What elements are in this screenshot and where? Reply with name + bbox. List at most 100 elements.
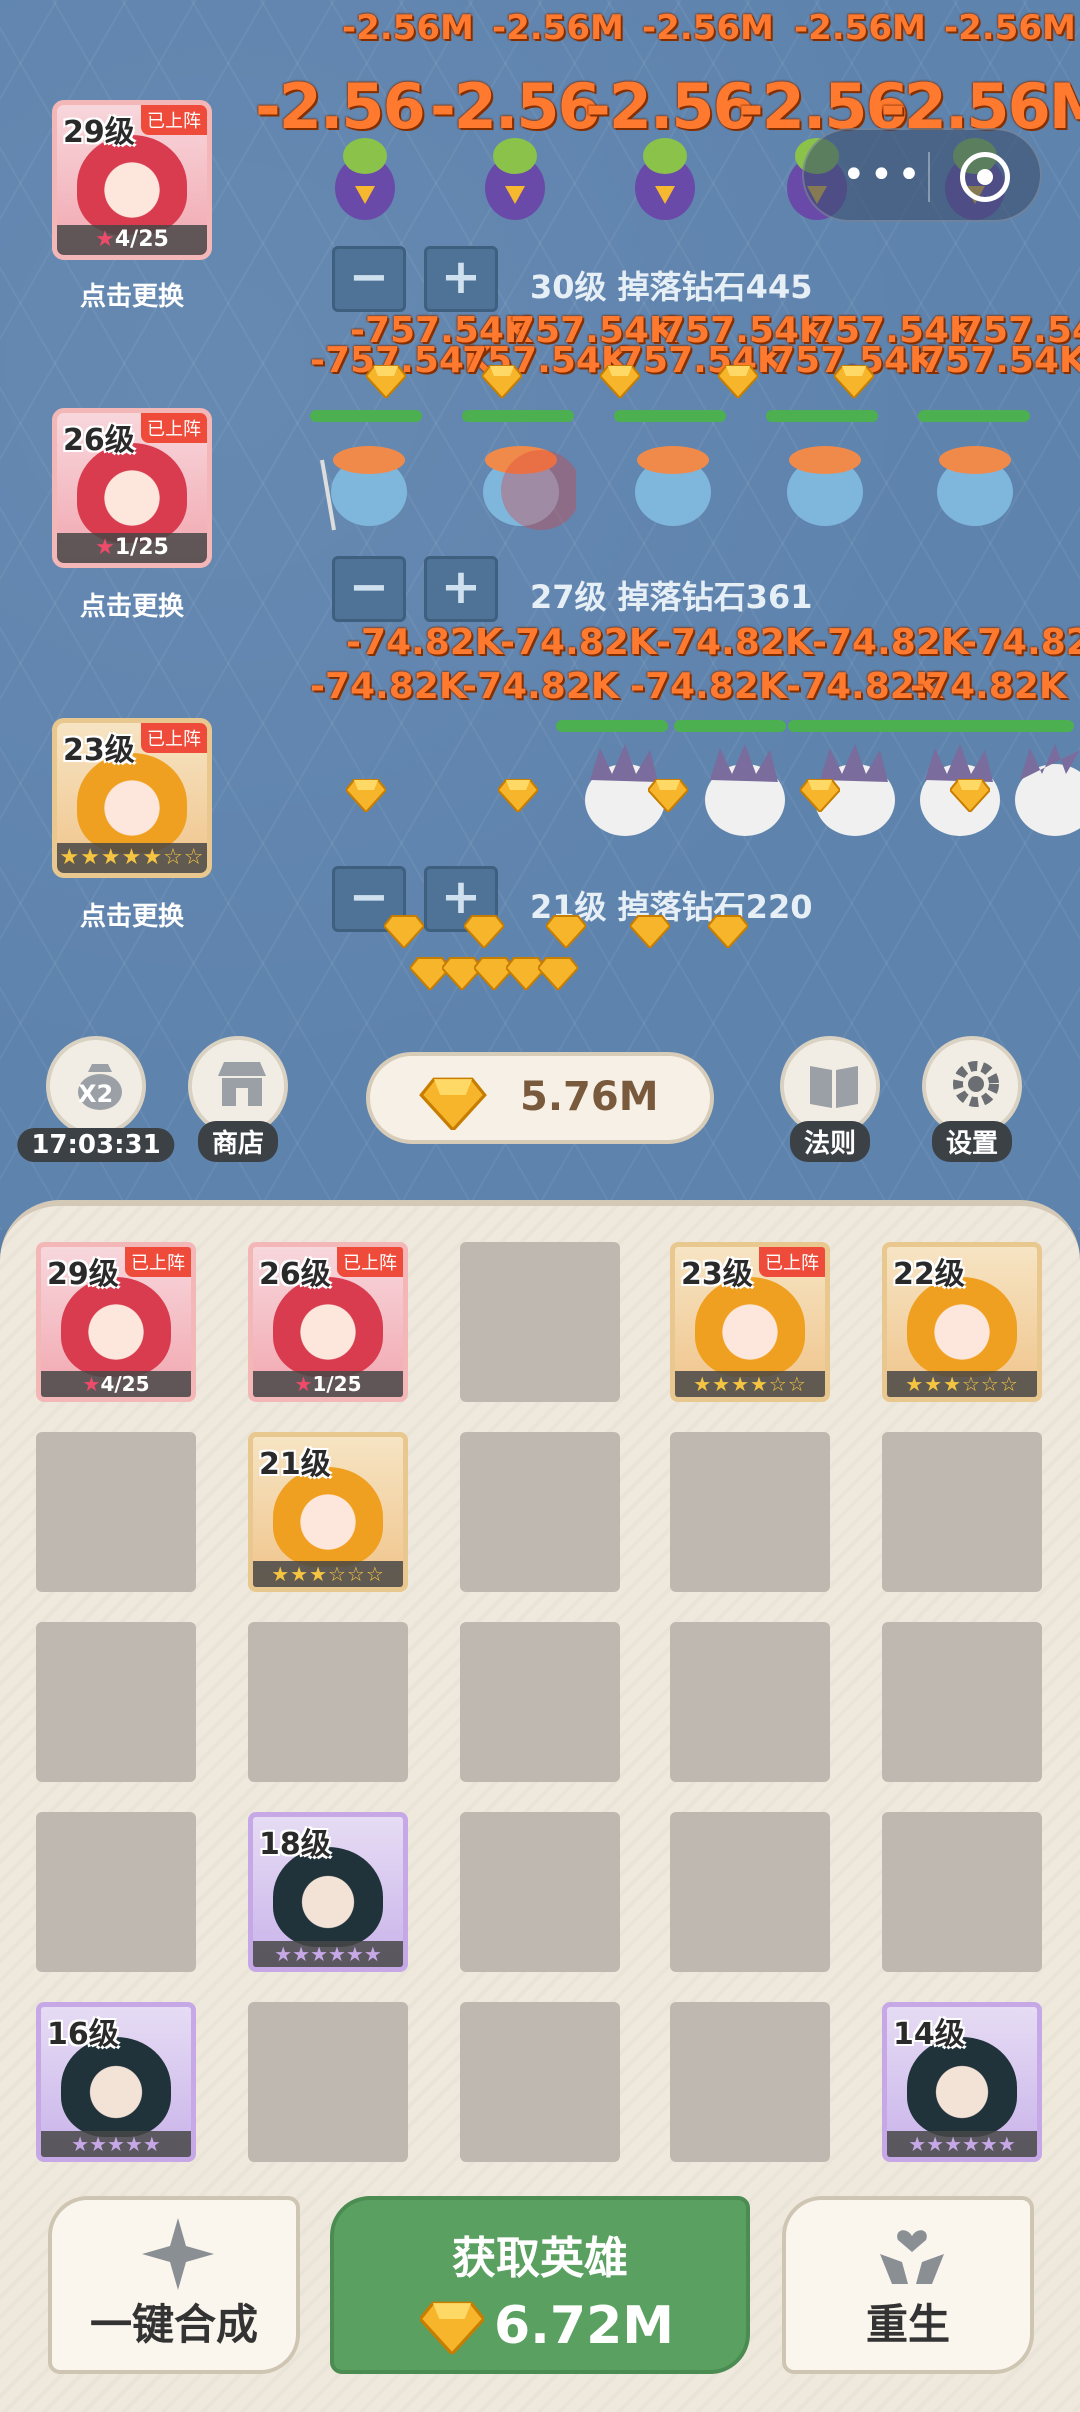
- hedgehog-monster: [1015, 744, 1080, 836]
- lane-hero-card[interactable]: 29级 已上阵 ★4/25: [52, 100, 212, 260]
- damage-number: -74.82K: [500, 622, 657, 663]
- change-hero-link[interactable]: 点击更换: [52, 586, 212, 623]
- empty-slot[interactable]: [670, 1622, 830, 1782]
- level-minus-button[interactable]: −: [332, 556, 406, 622]
- gem-icon: [420, 2301, 484, 2354]
- deployed-badge: 已上阵: [337, 1247, 403, 1277]
- hero-level: 16级: [47, 2017, 119, 2052]
- lane-hero-card[interactable]: 23级 已上阵 ★★★★★☆☆: [52, 718, 212, 878]
- gem-icon: [419, 1077, 487, 1130]
- change-hero-link[interactable]: 点击更换: [52, 276, 212, 313]
- deployed-badge: 已上阵: [759, 1247, 825, 1277]
- empty-slot[interactable]: [460, 1812, 620, 1972]
- eggplant-monster: [635, 138, 695, 220]
- gem-drop-icon: [628, 914, 672, 950]
- hero-stars: ★★★★★☆☆: [57, 843, 207, 873]
- grid-hero-card[interactable]: 22级 ★★★☆☆☆: [882, 1242, 1042, 1402]
- monster-hp-bar: [788, 720, 900, 732]
- hero-level: 23级: [63, 733, 135, 768]
- shrimp-monster: [635, 446, 711, 526]
- damage-number: 757.54K: [618, 340, 785, 381]
- empty-slot[interactable]: [36, 1432, 196, 1592]
- get-hero-button[interactable]: 获取英雄 6.72M: [330, 2196, 750, 2374]
- monster-hp-bar: [674, 720, 786, 732]
- hero-stars: ★★★★☆☆: [675, 1371, 825, 1397]
- empty-slot[interactable]: [460, 1432, 620, 1592]
- empty-slot[interactable]: [460, 2002, 620, 2162]
- grid-hero-card[interactable]: 26级 已上阵 ★1/25: [248, 1242, 408, 1402]
- get-hero-label: 获取英雄: [452, 2233, 628, 2284]
- x2-speed-button[interactable]: X2 17:03:31: [17, 1036, 175, 1162]
- gem-drop-icon: [716, 364, 760, 400]
- hero-level: 29级: [63, 115, 135, 150]
- hands-heart-icon: [880, 2230, 944, 2284]
- grid-hero-card[interactable]: 18级 ★★★★★★: [248, 1812, 408, 1972]
- empty-slot[interactable]: [670, 2002, 830, 2162]
- sparkle-icon: [142, 2218, 214, 2290]
- grid-hero-card[interactable]: 14级 ★★★★★★: [882, 2002, 1042, 2162]
- empty-slot[interactable]: [882, 1432, 1042, 1592]
- gem-drop-icon: [364, 364, 408, 400]
- level-plus-button[interactable]: +: [424, 246, 498, 312]
- settings-label: 设置: [931, 1121, 1013, 1162]
- gem-drop-icon: [536, 956, 580, 992]
- monster-hp-bar: [890, 720, 1002, 732]
- close-miniprogram-icon[interactable]: [960, 152, 1010, 202]
- shop-button[interactable]: 商店: [188, 1036, 288, 1162]
- auto-merge-button[interactable]: 一键合成: [48, 2196, 300, 2374]
- rules-label: 法则: [789, 1121, 871, 1162]
- empty-slot[interactable]: [460, 1242, 620, 1402]
- shrimp-monster: [937, 446, 1013, 526]
- level-minus-button[interactable]: −: [332, 246, 406, 312]
- gear-icon: [953, 1061, 999, 1107]
- rebirth-label: 重生: [865, 2300, 950, 2349]
- rules-button[interactable]: 法则: [780, 1036, 880, 1162]
- grid-hero-card[interactable]: 21级 ★★★☆☆☆: [248, 1432, 408, 1592]
- empty-slot[interactable]: [670, 1812, 830, 1972]
- damage-number: -74.82K: [462, 666, 619, 707]
- battlefield: -2.56M -2.56M -2.56M -2.56M -2.56M -2.56…: [0, 0, 1080, 1230]
- lane-hero-card[interactable]: 26级 已上阵 ★1/25: [52, 408, 212, 568]
- grid-hero-card[interactable]: 16级 ★★★★★: [36, 2002, 196, 2162]
- hero-stars: ★4/25: [41, 1371, 191, 1397]
- hero-level: 21级: [259, 1447, 331, 1482]
- star-count: 1/25: [312, 1372, 362, 1396]
- gem-drop-icon: [646, 778, 690, 814]
- book-icon: [810, 1066, 858, 1108]
- lane-drop-info: 27级 掉落钻石361: [530, 578, 813, 616]
- level-plus-button[interactable]: +: [424, 556, 498, 622]
- empty-slot[interactable]: [460, 1622, 620, 1782]
- eggplant-monster: [485, 138, 545, 220]
- grid-hero-card[interactable]: 23级 已上阵 ★★★★☆☆: [670, 1242, 830, 1402]
- settings-button[interactable]: 设置: [922, 1036, 1022, 1162]
- empty-slot[interactable]: [36, 1812, 196, 1972]
- monster-hp-bar: [990, 720, 1074, 732]
- x2-timer: 17:03:31: [17, 1128, 175, 1162]
- monster-hp-bar: [462, 410, 574, 422]
- deployed-badge: 已上阵: [141, 105, 207, 135]
- damage-number: -2.56M: [642, 8, 774, 48]
- hero-stars: ★★★☆☆☆: [887, 1371, 1037, 1397]
- star-count: 4/25: [114, 227, 169, 252]
- empty-slot[interactable]: [882, 1812, 1042, 1972]
- gem-balance-value: 5.76M: [520, 1074, 659, 1120]
- rebirth-button[interactable]: 重生: [782, 2196, 1034, 2374]
- change-hero-link[interactable]: 点击更换: [52, 896, 212, 933]
- damage-number: -74.82K: [630, 666, 787, 707]
- damage-number: -74.82K: [656, 622, 813, 663]
- hero-stars: ★★★★★★: [887, 2131, 1037, 2157]
- shrimp-monster: [787, 446, 863, 526]
- empty-slot[interactable]: [248, 1622, 408, 1782]
- miniprogram-capsule[interactable]: •••: [802, 128, 1042, 222]
- gem-drop-icon: [382, 914, 426, 950]
- hero-level: 22级: [893, 1257, 965, 1292]
- deployed-badge: 已上阵: [141, 723, 207, 753]
- grid-hero-card[interactable]: 29级 已上阵 ★4/25: [36, 1242, 196, 1402]
- empty-slot[interactable]: [248, 2002, 408, 2162]
- empty-slot[interactable]: [36, 1622, 196, 1782]
- more-dots-icon[interactable]: •••: [842, 155, 925, 195]
- star-count: 1/25: [114, 535, 169, 560]
- empty-slot[interactable]: [882, 1622, 1042, 1782]
- empty-slot[interactable]: [670, 1432, 830, 1592]
- get-hero-cost: 6.72M: [494, 2296, 675, 2356]
